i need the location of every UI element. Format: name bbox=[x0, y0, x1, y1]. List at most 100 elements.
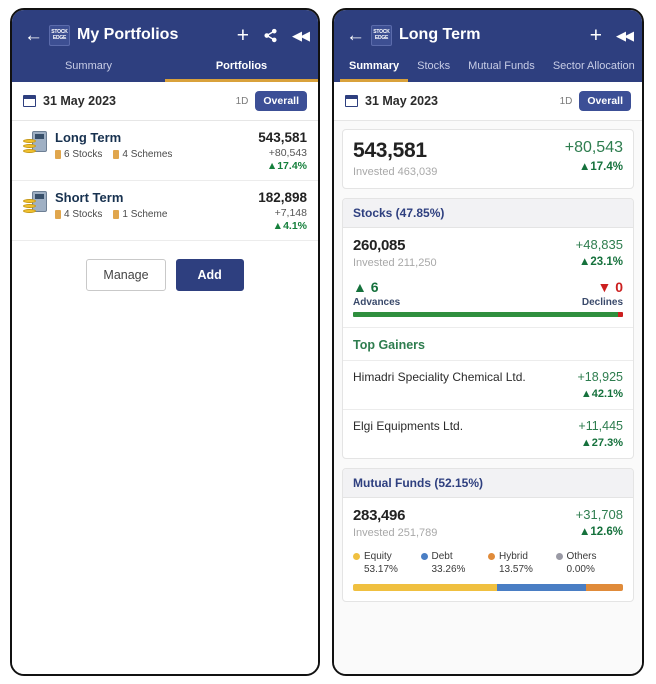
declines-label: Declines bbox=[581, 297, 624, 308]
portfolio-row-short-term[interactable]: Short Term 4 Stocks 1 Scheme 182,898 +7,… bbox=[12, 181, 318, 241]
gainer-pct: ▲27.3% bbox=[580, 437, 623, 449]
portfolio-name: Short Term bbox=[55, 190, 124, 205]
gainer-name: Himadri Speciality Chemical Ltd. bbox=[353, 370, 526, 384]
legend-label: Hybrid bbox=[499, 551, 528, 562]
schemes-count-label: 4 Schemes bbox=[122, 149, 173, 160]
stocks-count-label: 6 Stocks bbox=[64, 149, 103, 160]
folder-icon bbox=[55, 150, 61, 159]
tab-portfolios[interactable]: Portfolios bbox=[165, 51, 318, 82]
portfolio-name: Long Term bbox=[55, 130, 122, 145]
portfolio-pct: ▲17.4% bbox=[266, 160, 307, 172]
legend-label: Others bbox=[566, 551, 597, 562]
mutual-funds-card-header: Mutual Funds (52.15%) bbox=[343, 469, 633, 498]
stocks-gain-pct: ▲23.1% bbox=[579, 256, 623, 268]
left-content: Long Term 6 Stocks 4 Schemes 543,581 +80… bbox=[12, 121, 318, 674]
legend-item-debt: Debt 33.26% bbox=[420, 551, 489, 575]
mf-allocation-segment-hybrid bbox=[586, 584, 623, 591]
add-button[interactable]: Add bbox=[175, 259, 244, 291]
tab-stocks[interactable]: Stocks bbox=[408, 51, 459, 82]
advances-count: ▲ 6 bbox=[353, 279, 379, 295]
right-content: 543,581 Invested 463,039 +80,543 ▲17.4% … bbox=[334, 121, 642, 674]
portfolio-value: 543,581 bbox=[258, 130, 307, 145]
mutual-funds-card: Mutual Funds (52.15%) 283,496 Invested 2… bbox=[342, 468, 634, 602]
folder-icon bbox=[113, 150, 120, 159]
period-1d-option[interactable]: 1D bbox=[229, 92, 256, 111]
mf-invested-value: Invested 251,789 bbox=[353, 527, 438, 539]
left-tab-bar: Summary Portfolios bbox=[12, 51, 318, 82]
total-gain: +80,543 bbox=[564, 139, 623, 156]
right-app-bar: ← STOCK EDGE Long Term + ◀◀ bbox=[334, 10, 642, 51]
stocks-card: Stocks (47.85%) 260,085 Invested 211,250… bbox=[342, 198, 634, 459]
schemes-count-tag: 1 Scheme bbox=[113, 209, 167, 220]
top-gainer-row[interactable]: Himadri Speciality Chemical Ltd. +18,925… bbox=[343, 360, 633, 409]
period-overall-option[interactable]: Overall bbox=[255, 91, 307, 111]
calendar-icon bbox=[345, 95, 358, 107]
add-holding-icon[interactable]: + bbox=[590, 25, 602, 46]
legend-item-others: Others 0.00% bbox=[555, 551, 624, 575]
page-title: My Portfolios bbox=[77, 26, 179, 43]
legend-item-hybrid: Hybrid 13.57% bbox=[488, 551, 556, 575]
legend-dot-icon bbox=[353, 553, 360, 560]
mf-gain-pct: ▲12.6% bbox=[579, 526, 623, 538]
legend-dot-icon bbox=[488, 553, 495, 560]
left-date-row: 31 May 2023 1D Overall bbox=[12, 82, 318, 121]
legend-label: Equity bbox=[364, 551, 392, 562]
gainer-name: Elgi Equipments Ltd. bbox=[353, 419, 464, 433]
legend-pct: 0.00% bbox=[566, 564, 595, 575]
back-arrow-icon[interactable]: ← bbox=[22, 26, 49, 45]
legend-label: Debt bbox=[431, 551, 453, 562]
top-gainer-row[interactable]: Elgi Equipments Ltd. +11,445 ▲27.3% bbox=[343, 409, 633, 458]
stocks-card-header: Stocks (47.85%) bbox=[343, 199, 633, 228]
portfolio-row-long-term[interactable]: Long Term 6 Stocks 4 Schemes 543,581 +80… bbox=[12, 121, 318, 181]
calculator-coins-icon bbox=[23, 190, 47, 214]
logo-line-2: EDGE bbox=[374, 35, 389, 41]
advances-declines-bar bbox=[353, 312, 623, 317]
total-current-value: 543,581 bbox=[353, 139, 427, 162]
schemes-count-label: 1 Scheme bbox=[122, 209, 168, 220]
add-portfolio-icon[interactable]: + bbox=[237, 25, 249, 46]
portfolio-gain: +7,148 bbox=[274, 207, 307, 219]
period-overall-option[interactable]: Overall bbox=[579, 91, 631, 111]
stockedge-logo-icon: STOCK EDGE bbox=[49, 24, 70, 46]
period-1d-option[interactable]: 1D bbox=[553, 92, 580, 111]
selected-date[interactable]: 31 May 2023 bbox=[365, 94, 553, 108]
legend-pct: 33.26% bbox=[431, 564, 466, 575]
left-app-bar: ← STOCK EDGE My Portfolios + ◀◀ bbox=[12, 10, 318, 51]
portfolio-pct: ▲4.1% bbox=[272, 220, 307, 232]
share-icon[interactable] bbox=[263, 28, 278, 43]
top-gainers-title: Top Gainers bbox=[343, 327, 633, 360]
stocks-count-tag: 6 Stocks bbox=[55, 149, 102, 160]
advances-label: Advances bbox=[353, 297, 401, 308]
folder-icon bbox=[113, 210, 120, 219]
tab-summary[interactable]: Summary bbox=[12, 51, 165, 82]
tab-sector-allocation[interactable]: Sector Allocation bbox=[544, 51, 642, 82]
total-invested-value: Invested 463,039 bbox=[353, 166, 438, 178]
right-date-row: 31 May 2023 1D Overall bbox=[334, 82, 642, 121]
dual-screenshot-container: ← STOCK EDGE My Portfolios + ◀◀ Summary … bbox=[0, 0, 656, 684]
stocks-gain: +48,835 bbox=[575, 237, 623, 252]
gainer-pct: ▲42.1% bbox=[580, 388, 623, 400]
selected-date[interactable]: 31 May 2023 bbox=[43, 94, 229, 108]
mf-allocation-bar bbox=[353, 584, 623, 591]
stocks-count-tag: 4 Stocks bbox=[55, 209, 102, 220]
right-phone-screen: ← STOCK EDGE Long Term + ◀◀ Summary Stoc… bbox=[332, 8, 644, 676]
folder-icon bbox=[55, 210, 61, 219]
mf-gain: +31,708 bbox=[575, 507, 623, 522]
back-arrow-icon[interactable]: ← bbox=[344, 26, 371, 45]
rewind-icon[interactable]: ◀◀ bbox=[616, 29, 634, 42]
legend-pct: 53.17% bbox=[364, 564, 398, 575]
manage-button[interactable]: Manage bbox=[86, 259, 166, 291]
mf-allocation-segment-equity bbox=[353, 584, 497, 591]
tab-summary[interactable]: Summary bbox=[340, 51, 409, 82]
page-title: Long Term bbox=[399, 26, 481, 43]
portfolio-value: 182,898 bbox=[258, 190, 307, 205]
legend-pct: 13.57% bbox=[499, 564, 533, 575]
tab-mutual-funds[interactable]: Mutual Funds bbox=[459, 51, 544, 82]
left-phone-screen: ← STOCK EDGE My Portfolios + ◀◀ Summary … bbox=[10, 8, 320, 676]
stocks-invested-value: Invested 211,250 bbox=[353, 257, 437, 269]
rewind-icon[interactable]: ◀◀ bbox=[292, 29, 310, 42]
declines-bar-segment bbox=[617, 312, 623, 317]
gainer-amount: +11,445 bbox=[578, 419, 623, 433]
stocks-count-label: 4 Stocks bbox=[64, 209, 103, 220]
period-toggle: 1D Overall bbox=[553, 91, 631, 111]
